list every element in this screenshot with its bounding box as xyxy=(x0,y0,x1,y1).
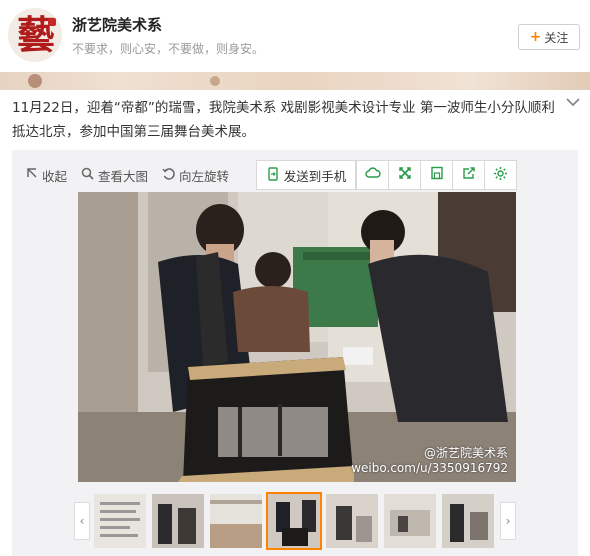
thumbnail[interactable] xyxy=(442,494,494,548)
thumbnail-prev-button[interactable]: ‹ xyxy=(74,502,90,540)
settings-button[interactable] xyxy=(484,160,517,190)
media-toolbar: 收起 查看大图 向左旋转 xyxy=(26,160,243,190)
follow-button[interactable]: + 关注 xyxy=(518,24,580,50)
thumbnail[interactable] xyxy=(152,494,204,548)
cloud-button[interactable] xyxy=(356,160,389,190)
media-viewer: 收起 查看大图 向左旋转 发送到手机 @浙艺院美术系 weibo.com/u/3… xyxy=(12,150,578,556)
post-header: 藝 浙艺院美术系 不要求，则心安，不要做，则身安。 + 关注 xyxy=(0,0,590,82)
chevron-left-icon: ‹ xyxy=(79,514,85,528)
share-button[interactable] xyxy=(452,160,485,190)
send-to-phone-button[interactable]: 发送到手机 xyxy=(256,160,356,190)
thumbnail[interactable] xyxy=(326,494,378,548)
rotate-left-label: 向左旋转 xyxy=(179,168,230,184)
plus-icon: + xyxy=(529,29,542,45)
avatar[interactable]: 藝 xyxy=(8,8,62,62)
expand-button[interactable] xyxy=(388,160,421,190)
avatar-seal-dot xyxy=(48,18,56,26)
decorative-banner xyxy=(0,72,590,90)
view-large-label: 查看大图 xyxy=(98,168,149,184)
thumbnail-active[interactable] xyxy=(266,492,322,550)
gear-icon xyxy=(493,166,508,185)
photo-illustration xyxy=(78,192,516,482)
magnifier-icon xyxy=(81,167,94,184)
account-name[interactable]: 浙艺院美术系 xyxy=(72,14,162,35)
thumbnail[interactable] xyxy=(210,494,262,548)
send-to-phone-icon xyxy=(266,166,280,184)
collapse-button[interactable]: 收起 xyxy=(26,166,67,185)
save-button[interactable] xyxy=(420,160,453,190)
follow-label: 关注 xyxy=(544,30,569,45)
account-slogan: 不要求，则心安，不要做，则身安。 xyxy=(72,42,265,56)
collapse-label: 收起 xyxy=(42,168,68,184)
photo-watermark: @浙艺院美术系 weibo.com/u/3350916792 xyxy=(351,446,508,476)
thumbnail[interactable] xyxy=(384,494,436,548)
share-icon xyxy=(462,166,476,184)
rotate-left-button[interactable]: 向左旋转 xyxy=(162,166,229,185)
chevron-right-icon: › xyxy=(505,514,511,528)
view-large-button[interactable]: 查看大图 xyxy=(81,166,148,185)
post-text: 11月22日，迎着“帝都”的瑞雪，我院美术系 戏剧影视美术设计专业 第一波师生小… xyxy=(12,100,555,140)
rotate-left-icon xyxy=(162,167,175,184)
watermark-url: weibo.com/u/3350916792 xyxy=(351,461,508,475)
collapse-icon xyxy=(26,167,38,183)
thumbnail-strip: ‹ › xyxy=(12,490,578,552)
watermark-handle: @浙艺院美术系 xyxy=(423,446,508,460)
chevron-down-icon[interactable] xyxy=(566,96,580,111)
thumbnail[interactable] xyxy=(94,494,146,548)
cloud-icon xyxy=(364,167,381,183)
banner-ornament xyxy=(28,74,42,88)
save-icon xyxy=(430,166,444,184)
main-photo[interactable]: @浙艺院美术系 weibo.com/u/3350916792 xyxy=(78,192,516,482)
banner-ornament xyxy=(210,76,220,86)
thumbnail-next-button[interactable]: › xyxy=(500,502,516,540)
send-to-phone-label: 发送到手机 xyxy=(283,168,347,184)
expand-icon xyxy=(398,166,412,184)
